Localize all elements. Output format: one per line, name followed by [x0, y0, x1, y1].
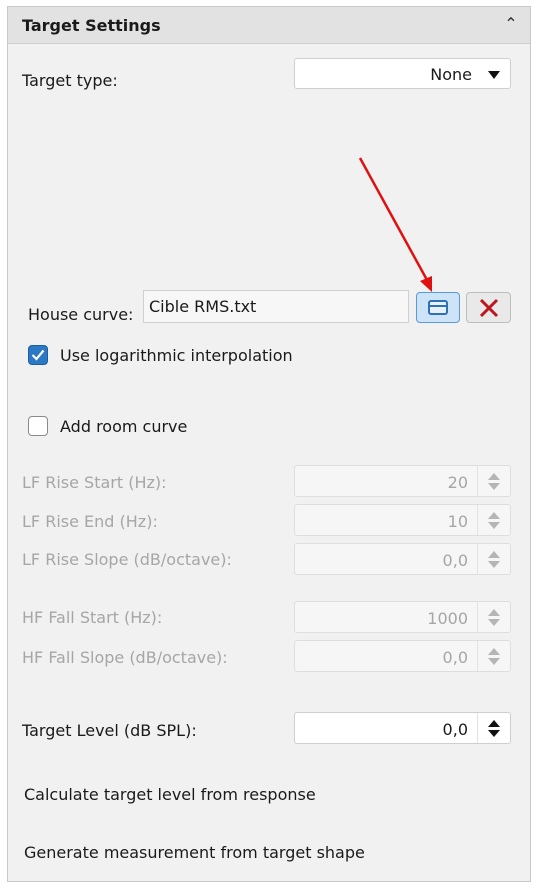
browse-house-curve-button[interactable] — [416, 292, 460, 323]
hf-fall-slope-value: 0,0 — [442, 648, 468, 667]
log-interpolation-label: Use logarithmic interpolation — [60, 346, 293, 365]
target-settings-panel: Target Settings ⌃ — [7, 6, 531, 882]
lf-rise-start-label: LF Rise Start (Hz): — [22, 473, 167, 492]
dropdown-arrow-icon — [488, 71, 500, 79]
hf-fall-slope-label: HF Fall Slope (dB/octave): — [22, 648, 228, 667]
hf-fall-start-input[interactable]: 1000 — [294, 601, 511, 633]
lf-rise-start-input[interactable]: 20 — [294, 465, 511, 497]
spinner-arrows-icon[interactable] — [477, 713, 510, 743]
lf-rise-end-input[interactable]: 10 — [294, 504, 511, 536]
add-room-curve-label: Add room curve — [60, 417, 188, 436]
add-room-curve-checkbox[interactable] — [28, 416, 48, 436]
spinner-arrows-icon[interactable] — [477, 544, 510, 574]
lf-rise-start-value: 20 — [447, 473, 468, 492]
log-interpolation-checkbox[interactable] — [28, 345, 48, 365]
generate-measurement-action[interactable]: Generate measurement from target shape — [24, 843, 365, 862]
close-icon — [479, 298, 499, 318]
lf-rise-slope-label: LF Rise Slope (dB/octave): — [22, 550, 232, 569]
folder-icon — [428, 300, 448, 315]
clear-house-curve-button[interactable] — [466, 292, 511, 323]
hf-fall-start-value: 1000 — [427, 609, 468, 628]
calculate-target-level-action[interactable]: Calculate target level from response — [24, 785, 316, 804]
double-chevron-up-icon[interactable]: ⌃ — [500, 13, 522, 35]
checkmark-icon — [31, 349, 45, 361]
spinner-arrows-icon[interactable] — [477, 505, 510, 535]
panel-header[interactable]: Target Settings ⌃ — [8, 7, 530, 44]
spinner-arrows-icon[interactable] — [477, 466, 510, 496]
target-level-value: 0,0 — [442, 720, 468, 739]
lf-rise-slope-value: 0,0 — [442, 551, 468, 570]
lf-rise-end-label: LF Rise End (Hz): — [22, 512, 158, 531]
panel-title: Target Settings — [22, 16, 161, 35]
target-type-select[interactable]: None — [294, 58, 511, 89]
target-type-label: Target type: — [22, 71, 118, 90]
hf-fall-slope-input[interactable]: 0,0 — [294, 640, 511, 672]
house-curve-label: House curve: — [28, 305, 134, 324]
target-level-input[interactable]: 0,0 — [294, 712, 511, 744]
lf-rise-end-value: 10 — [447, 512, 468, 531]
spinner-arrows-icon[interactable] — [477, 641, 510, 671]
lf-rise-slope-input[interactable]: 0,0 — [294, 543, 511, 575]
hf-fall-start-label: HF Fall Start (Hz): — [22, 608, 163, 627]
target-level-label: Target Level (dB SPL): — [22, 721, 197, 740]
target-type-value: None — [430, 65, 472, 84]
spinner-arrows-icon[interactable] — [477, 602, 510, 632]
house-curve-value: Cible RMS.txt — [149, 297, 257, 316]
house-curve-field[interactable]: Cible RMS.txt — [143, 290, 409, 323]
